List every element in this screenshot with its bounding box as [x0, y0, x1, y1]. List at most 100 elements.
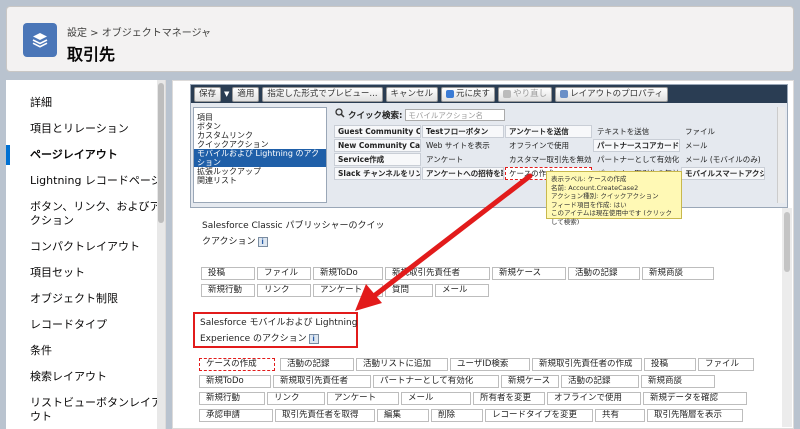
- lightning-action[interactable]: 活動リストに追加: [356, 358, 448, 371]
- palette-item[interactable]: New Community Case: [334, 139, 421, 152]
- category-fields[interactable]: 項目: [194, 113, 326, 122]
- lightning-action[interactable]: 編集: [377, 409, 429, 422]
- palette-item[interactable]: Testフローボタン: [422, 125, 504, 138]
- category-expanded-lookups[interactable]: 拡張ルックアップ: [194, 167, 326, 176]
- lightning-action[interactable]: 新規商談: [641, 375, 715, 388]
- publisher-action[interactable]: ファイル: [257, 267, 311, 280]
- preview-as-button[interactable]: 指定した形式でプレビュー...: [262, 86, 383, 102]
- lightning-action[interactable]: 取引先階層を表示: [647, 409, 743, 422]
- sidebar-item-list-view-button-layout[interactable]: リストビューボタンレイアウト: [6, 390, 165, 429]
- quick-search-input[interactable]: モバイルアクション名: [405, 108, 506, 121]
- sidebar-scrollbar[interactable]: [157, 80, 165, 429]
- category-buttons[interactable]: ボタン: [194, 122, 326, 131]
- publisher-action[interactable]: 新規ケース: [492, 267, 566, 280]
- publisher-action[interactable]: 新規行動: [201, 284, 255, 297]
- lightning-action[interactable]: 取引先責任者を取得: [275, 409, 375, 422]
- category-quick-actions[interactable]: クイックアクション: [194, 140, 326, 149]
- info-icon[interactable]: i: [308, 333, 319, 344]
- sidebar-item-conditions[interactable]: 条件: [6, 338, 165, 364]
- sidebar-item-lightning-pages[interactable]: Lightning レコードページ: [6, 168, 165, 194]
- search-icon: [335, 108, 345, 121]
- lightning-action[interactable]: 新規行動: [199, 392, 265, 405]
- sidebar-item-details[interactable]: 詳細: [6, 90, 165, 116]
- palette-item[interactable]: Guest Community Cas: [334, 125, 421, 138]
- lightning-action[interactable]: パートナーとして有効化: [373, 375, 499, 388]
- main-scrollbar[interactable]: [782, 208, 792, 427]
- publisher-action[interactable]: アンケート: [313, 284, 383, 297]
- palette-item[interactable]: アンケートへの招待を取得: [422, 167, 504, 180]
- palette-item[interactable]: パートナーとして有効化: [593, 153, 680, 166]
- publisher-action[interactable]: リンク: [257, 284, 311, 297]
- sidebar-item-fields[interactable]: 項目とリレーション: [6, 116, 165, 142]
- sidebar-item-object-limits[interactable]: オブジェクト制限: [6, 286, 165, 312]
- sidebar-item-page-layouts[interactable]: ページレイアウト: [6, 142, 165, 168]
- apply-button[interactable]: 適用: [232, 86, 260, 102]
- section-title-line: Experience のアクション i: [200, 331, 357, 347]
- layout-properties-label: レイアウトのプロパティ: [570, 88, 664, 99]
- lightning-action[interactable]: 新規ケース: [501, 375, 559, 388]
- palette-item[interactable]: Service作成: [334, 153, 421, 166]
- publisher-action[interactable]: 新規商談: [642, 267, 714, 280]
- sidebar-item-compact-layouts[interactable]: コンパクトレイアウト: [6, 234, 165, 260]
- lightning-action[interactable]: メール: [401, 392, 471, 405]
- lightning-action[interactable]: 削除: [431, 409, 483, 422]
- undo-icon: [446, 90, 455, 98]
- layout-properties-button[interactable]: レイアウトのプロパティ: [555, 86, 669, 102]
- lightning-action[interactable]: 新規ToDo: [199, 375, 271, 388]
- info-icon[interactable]: i: [257, 236, 268, 247]
- publisher-action[interactable]: 質問: [385, 284, 433, 297]
- palette-item[interactable]: Web サイトを表示: [422, 139, 504, 152]
- palette-item[interactable]: モバイルスマートアクション: [681, 167, 765, 180]
- lightning-action[interactable]: 活動の記録: [561, 375, 639, 388]
- section-title-line: Salesforce Classic パブリッシャーのクイッ: [202, 221, 385, 231]
- dropdown-arrow-icon[interactable]: ▼: [224, 90, 229, 98]
- lightning-action[interactable]: ユーザID検索: [450, 358, 530, 371]
- palette-item[interactable]: オフラインで使用: [505, 139, 592, 152]
- lightning-action[interactable]: 共有: [595, 409, 645, 422]
- lightning-action[interactable]: レコードタイプを変更: [485, 409, 593, 422]
- palette-scrollbar[interactable]: [777, 107, 785, 203]
- palette-item[interactable]: パートナースコアカードの表: [593, 139, 680, 152]
- sidebar-item-record-types[interactable]: レコードタイプ: [6, 312, 165, 338]
- lightning-action[interactable]: 新規データを確認: [643, 392, 747, 405]
- sidebar-scroll-thumb[interactable]: [158, 83, 164, 223]
- palette-item[interactable]: カスタマー取引先を無効化: [505, 153, 592, 166]
- sidebar-item-field-sets[interactable]: 項目セット: [6, 260, 165, 286]
- lightning-action[interactable]: 投稿: [644, 358, 696, 371]
- redo-button[interactable]: やり直し: [498, 86, 553, 102]
- publisher-action[interactable]: 活動の記録: [568, 267, 640, 280]
- save-button[interactable]: 保存: [194, 86, 222, 102]
- lightning-action[interactable]: 活動の記録: [280, 358, 354, 371]
- category-related-lists[interactable]: 関連リスト: [194, 176, 326, 185]
- breadcrumb[interactable]: 設定 > オブジェクトマネージャ: [67, 24, 211, 39]
- palette-item[interactable]: メール (モバイルのみ): [681, 153, 765, 166]
- lightning-action[interactable]: ファイル: [698, 358, 754, 371]
- action-create-case[interactable]: ケースの作成: [199, 358, 275, 371]
- lightning-action[interactable]: 新規取引先責任者: [273, 375, 371, 388]
- palette-item[interactable]: メール: [681, 139, 765, 152]
- sidebar-item-search-layouts[interactable]: 検索レイアウト: [6, 364, 165, 390]
- category-mobile-lightning-actions[interactable]: モバイルおよび Lightning のアクション: [194, 149, 326, 167]
- lightning-action[interactable]: 承認申請: [199, 409, 273, 422]
- lightning-action[interactable]: リンク: [267, 392, 325, 405]
- cancel-button[interactable]: キャンセル: [385, 86, 439, 102]
- palette-item[interactable]: テキストを送信: [593, 125, 680, 138]
- palette-item[interactable]: Slack チャンネルをリンク: [334, 167, 421, 180]
- category-custom-links[interactable]: カスタムリンク: [194, 131, 326, 140]
- tooltip-line: アクション種別: クイックアクション: [551, 192, 659, 200]
- lightning-action[interactable]: 新規取引先責任者の作成: [532, 358, 642, 371]
- palette-item[interactable]: ファイル: [681, 125, 765, 138]
- publisher-action[interactable]: 新規取引先責任者: [385, 267, 490, 280]
- palette-item[interactable]: アンケートを送信: [505, 125, 592, 138]
- publisher-action[interactable]: 新規ToDo: [313, 267, 383, 280]
- palette-item[interactable]: アンケート: [422, 153, 504, 166]
- publisher-action[interactable]: 投稿: [201, 267, 255, 280]
- undo-button[interactable]: 元に戻す: [441, 86, 496, 102]
- lightning-action[interactable]: アンケート: [327, 392, 399, 405]
- lightning-action[interactable]: オフラインで使用: [547, 392, 641, 405]
- publisher-action[interactable]: メール: [435, 284, 489, 297]
- main-scroll-thumb[interactable]: [784, 212, 790, 272]
- sidebar-item-buttons-links-actions[interactable]: ボタン、リンク、およびアクション: [6, 194, 165, 234]
- lightning-action[interactable]: 所有者を変更: [473, 392, 545, 405]
- item-tooltip: 表示ラベル: ケースの作成 名前: Account.CreateCase2 アク…: [546, 171, 682, 226]
